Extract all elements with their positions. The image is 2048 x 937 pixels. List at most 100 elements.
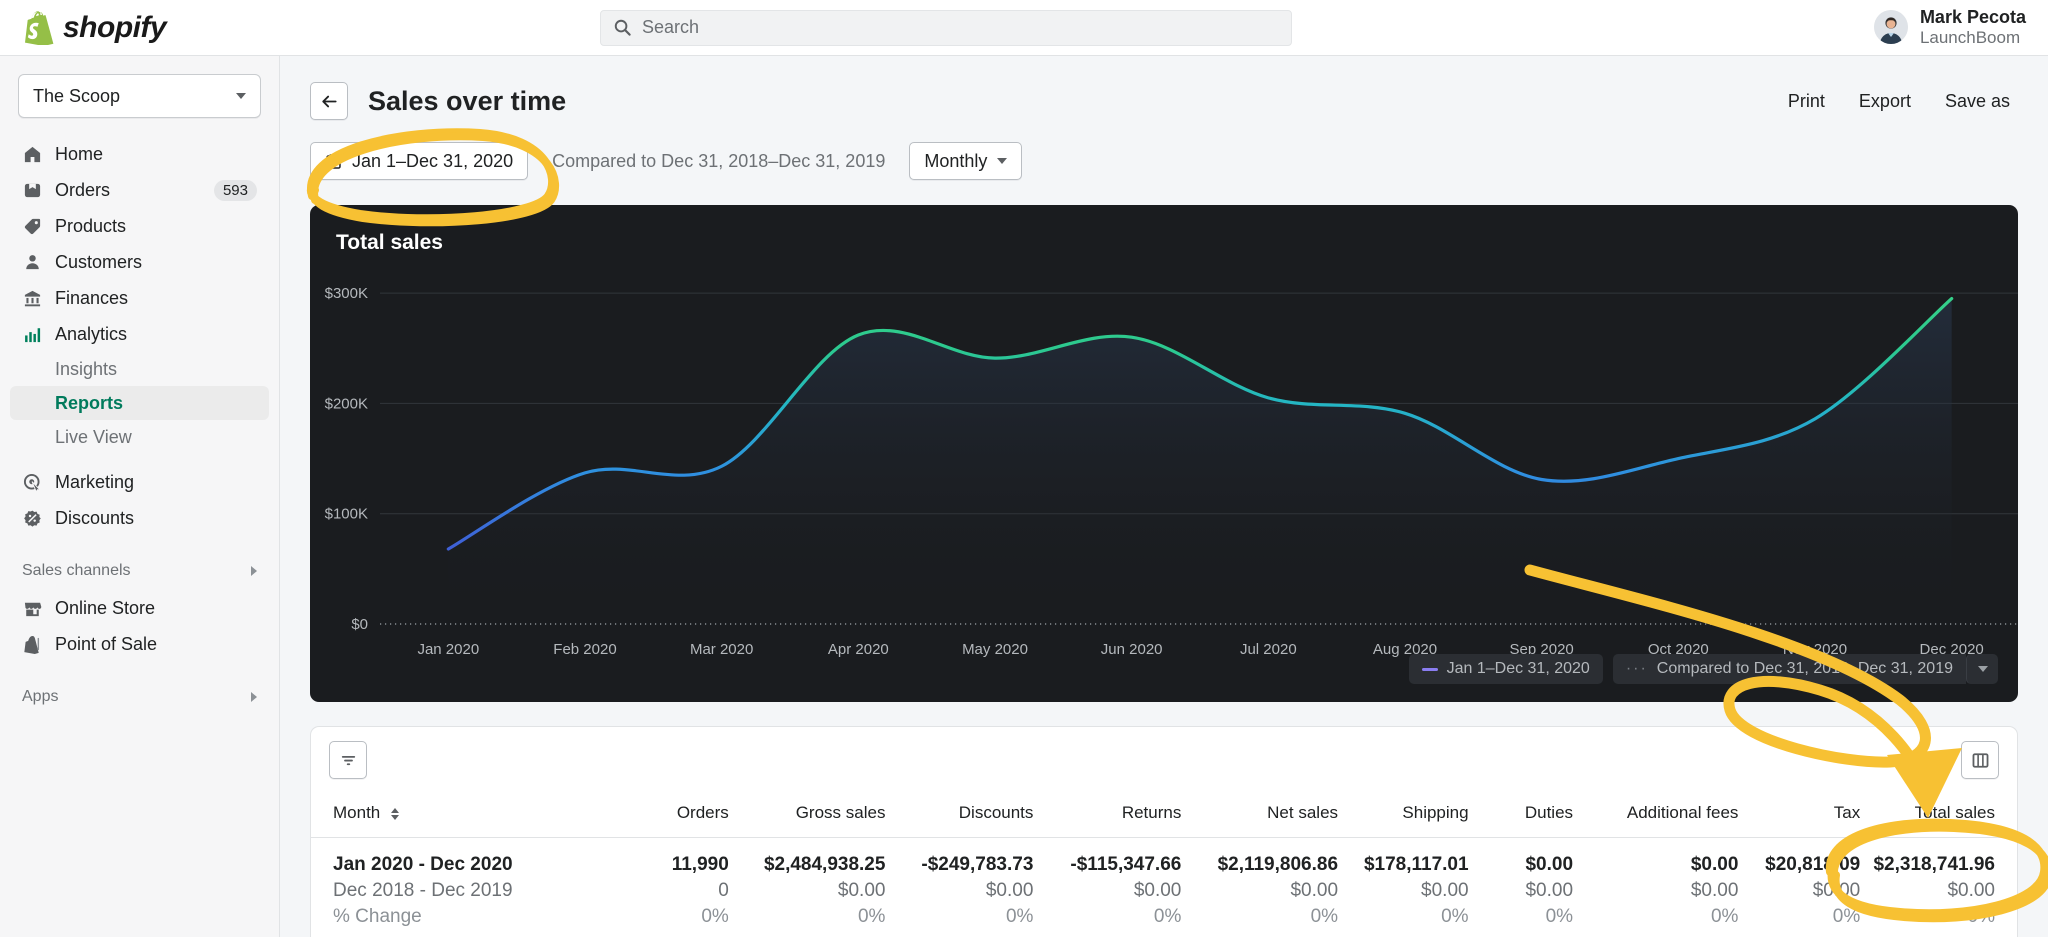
- chevron-right-icon: [251, 692, 257, 702]
- sidebar-item-live-view[interactable]: Live View: [10, 420, 269, 454]
- page-header: Sales over time Print Export Save as: [280, 56, 2048, 120]
- marketing-target-icon: [22, 472, 42, 492]
- granularity-select[interactable]: Monthly: [909, 142, 1023, 180]
- x-axis-tick-label: Apr 2020: [828, 641, 889, 658]
- chevron-down-icon: [1977, 666, 1988, 672]
- cell-shipping: $0.00: [1421, 880, 1469, 901]
- column-header-discounts[interactable]: Discounts: [885, 793, 1034, 838]
- table-row: Dec 2018 - Dec 2019 0 $0.00 $0.00 $0.00 …: [311, 876, 2017, 902]
- home-icon: [22, 144, 42, 164]
- cell-net-sales: $0.00: [1290, 880, 1339, 901]
- chart-legend: Jan 1–Dec 31, 2020 ··· Compared to Dec 3…: [1408, 654, 1998, 684]
- global-search[interactable]: Search: [600, 9, 1292, 46]
- column-header-tax[interactable]: Tax: [1738, 793, 1861, 838]
- sidebar-item-online-store[interactable]: Online Store: [10, 590, 269, 626]
- table-row: % Change 0% 0% 0% 0% 0% 0% 0% 0% 0% 0%: [311, 902, 2017, 937]
- sidebar-item-label: Finances: [55, 287, 129, 308]
- sidebar-item-insights[interactable]: Insights: [10, 352, 269, 386]
- chart-plot-area[interactable]: $0 $100K $200K $300K Jan 2020 Feb 2020 Mar 202…: [310, 263, 2018, 702]
- sales-table-card: Month Orders Gross sales Discounts Retur…: [310, 726, 2018, 937]
- cell-returns: $0.00: [1133, 880, 1182, 901]
- compared-to-text: Compared to Dec 31, 2018–Dec 31, 2019: [552, 150, 886, 171]
- table-row: Jan 2020 - Dec 2020 11,990 $2,484,938.25…: [311, 838, 2017, 877]
- table-head: Month Orders Gross sales Discounts Retur…: [311, 793, 2017, 838]
- x-axis-tick-label: Mar 2020: [690, 641, 753, 658]
- cell-month: Dec 2018 - Dec 2019: [333, 880, 513, 901]
- sidebar-item-label: Customers: [55, 251, 143, 272]
- y-axis-tick-label: $300K: [325, 285, 368, 302]
- orders-count-badge: 593: [213, 179, 257, 201]
- column-header-additional-fees[interactable]: Additional fees: [1573, 793, 1739, 838]
- cell-discounts: $0.00: [985, 880, 1034, 901]
- search-input[interactable]: Search: [600, 9, 1292, 46]
- chart-title: Total sales: [336, 231, 443, 254]
- search-icon: [614, 19, 631, 36]
- cell-duties: $0.00: [1525, 854, 1574, 875]
- y-axis-tick-label: $100K: [325, 506, 368, 523]
- sidebar-item-discounts[interactable]: Discounts: [10, 500, 269, 536]
- back-arrow-icon: [321, 95, 337, 107]
- table-body: Jan 2020 - Dec 2020 11,990 $2,484,938.25…: [311, 838, 2017, 937]
- cell-total-sales: $2,318,741.96: [1873, 854, 1995, 875]
- sidebar-item-point-of-sale[interactable]: Point of Sale: [10, 626, 269, 662]
- date-range-picker[interactable]: Jan 1–Dec 31, 2020: [310, 142, 529, 180]
- shopify-bag-icon: [25, 10, 54, 45]
- legend-current-period[interactable]: Jan 1–Dec 31, 2020: [1408, 654, 1603, 684]
- sidebar-item-label: Point of Sale: [55, 633, 158, 654]
- sidebar-item-orders[interactable]: Orders 593: [10, 172, 269, 208]
- sidebar-item-customers[interactable]: Customers: [10, 244, 269, 280]
- legend-dropdown-button[interactable]: [1966, 654, 1998, 684]
- sort-icon: [390, 807, 399, 820]
- user-name: Mark Pecota: [1919, 7, 2026, 28]
- sidebar-section-apps[interactable]: Apps: [10, 682, 269, 712]
- cell-additional-fees: $0.00: [1690, 854, 1739, 875]
- save-as-button[interactable]: Save as: [1945, 91, 2010, 112]
- back-button[interactable]: [310, 82, 348, 120]
- column-header-orders[interactable]: Orders: [606, 793, 729, 838]
- cell-month: % Change: [333, 906, 422, 927]
- sidebar-item-finances[interactable]: Finances: [10, 280, 269, 316]
- user-menu[interactable]: Mark Pecota LaunchBoom: [1873, 7, 2026, 47]
- legend-compare-group[interactable]: ··· Compared to Dec 31, 2018–Dec 31, 201…: [1612, 654, 1998, 684]
- customers-person-icon: [22, 252, 42, 272]
- cell-discounts: 0%: [1005, 906, 1034, 927]
- legend-compare-period[interactable]: ··· Compared to Dec 31, 2018–Dec 31, 201…: [1612, 654, 1966, 684]
- column-header-returns[interactable]: Returns: [1033, 793, 1182, 838]
- cell-discounts: -$249,783.73: [921, 854, 1034, 875]
- sidebar-subitem-label: Live View: [55, 426, 132, 447]
- chart-area-fill: [448, 298, 1952, 624]
- column-header-month[interactable]: Month: [311, 793, 607, 838]
- point-of-sale-icon: [22, 634, 42, 654]
- store-switcher[interactable]: The Scoop: [18, 74, 261, 118]
- cell-orders: 0: [718, 880, 729, 901]
- sidebar-item-label: Analytics: [55, 323, 128, 344]
- filter-button[interactable]: [329, 741, 367, 779]
- search-placeholder: Search: [642, 17, 700, 37]
- sales-line-chart: $0 $100K $200K $300K Jan 2020 Feb 2020 Mar 202…: [325, 285, 2018, 658]
- cell-gross-sales: 0%: [857, 906, 886, 927]
- sidebar-section-sales-channels[interactable]: Sales channels: [10, 556, 269, 586]
- main-content: Sales over time Print Export Save as Jan…: [280, 56, 2048, 937]
- sidebar-item-label: Online Store: [55, 597, 156, 618]
- sidebar-item-products[interactable]: Products: [10, 208, 269, 244]
- column-header-shipping[interactable]: Shipping: [1338, 793, 1469, 838]
- column-header-duties[interactable]: Duties: [1468, 793, 1574, 838]
- chevron-down-icon: [236, 93, 246, 99]
- cell-tax: $20,818.09: [1765, 854, 1861, 875]
- print-button[interactable]: Print: [1788, 91, 1825, 112]
- sidebar-item-analytics[interactable]: Analytics: [10, 316, 269, 352]
- avatar: [1873, 10, 1908, 45]
- sidebar-item-home[interactable]: Home: [10, 136, 269, 172]
- column-header-total-sales[interactable]: Total sales: [1860, 793, 2017, 838]
- sidebar-item-reports[interactable]: Reports: [10, 386, 269, 420]
- chevron-right-icon: [251, 566, 257, 576]
- chevron-down-icon: [997, 158, 1008, 164]
- columns-button[interactable]: [1961, 741, 1999, 779]
- total-sales-chart-card: Total sales $0 $100K $200K $300K Jan 2020 Feb…: [310, 205, 2018, 702]
- export-button[interactable]: Export: [1859, 91, 1911, 112]
- column-header-net-sales[interactable]: Net sales: [1181, 793, 1339, 838]
- shopify-logo[interactable]: shopify: [0, 11, 280, 45]
- sidebar-item-label: Marketing: [55, 471, 135, 492]
- sidebar-item-marketing[interactable]: Marketing: [10, 464, 269, 500]
- column-header-gross-sales[interactable]: Gross sales: [728, 793, 886, 838]
